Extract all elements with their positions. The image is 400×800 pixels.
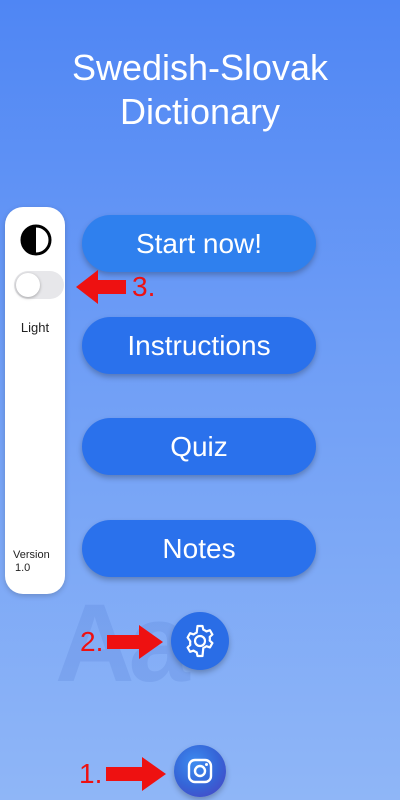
theme-label: Light (20, 320, 50, 335)
annotation-3: 3. (76, 268, 155, 306)
instagram-icon (187, 758, 213, 784)
settings-button[interactable] (171, 612, 229, 670)
instagram-button[interactable] (174, 745, 226, 797)
arrow-right-icon (107, 625, 164, 659)
instructions-button[interactable]: Instructions (82, 317, 316, 374)
theme-toggle[interactable] (14, 271, 64, 299)
version-text: Version (13, 549, 50, 561)
quiz-button[interactable]: Quiz (82, 418, 316, 475)
app-title-line2: Dictionary (119, 91, 281, 132)
arrow-right-icon (106, 757, 167, 791)
app-title: Swedish-Slovak Dictionary (0, 46, 400, 134)
toggle-knob (16, 273, 40, 297)
arrow-left-icon (76, 270, 126, 304)
version-number: 1.0 (15, 562, 31, 574)
start-now-button[interactable]: Start now! (82, 215, 316, 272)
annotation-label-3: 3. (132, 271, 156, 302)
notes-button[interactable]: Notes (82, 520, 316, 577)
app-title-line1: Swedish-Slovak (71, 47, 329, 88)
contrast-icon[interactable] (20, 224, 52, 256)
side-panel: Light Version 1.0 (5, 207, 65, 594)
annotation-2: 2. (80, 623, 164, 661)
annotation-label-1: 1. (79, 758, 103, 789)
annotation-1: 1. (79, 755, 167, 793)
gear-icon (186, 624, 214, 658)
annotation-label-2: 2. (80, 626, 104, 657)
version-label: Version 1.0 (13, 549, 63, 575)
